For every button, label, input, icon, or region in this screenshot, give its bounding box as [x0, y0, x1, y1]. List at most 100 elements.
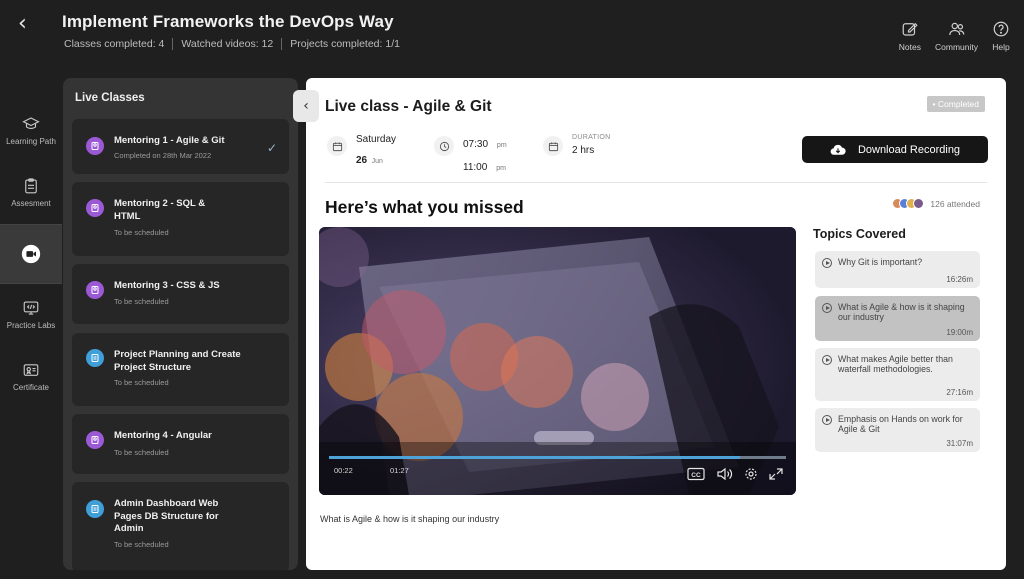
help-button[interactable]: Help: [992, 20, 1010, 52]
settings-icon[interactable]: [742, 467, 760, 481]
rail-item-assessment[interactable]: Assesment: [0, 162, 62, 224]
current-time: 00:22: [334, 466, 353, 475]
mentoring-icon: [86, 137, 104, 155]
attendance: 126 attended: [892, 198, 980, 209]
topic-item[interactable]: What makes Agile better than waterfall m…: [815, 348, 980, 401]
course-title: Implement Frameworks the DevOps Way: [62, 12, 394, 31]
class-status: To be scheduled: [114, 297, 169, 306]
download-recording-button[interactable]: Download Recording: [802, 136, 988, 163]
topic-name: What makes Agile better than waterfall m…: [838, 354, 953, 374]
back-button[interactable]: ‹: [18, 12, 38, 36]
closed-captions-icon[interactable]: CC: [687, 467, 705, 481]
chevron-left-icon: ‹: [18, 11, 27, 36]
people-icon: [948, 22, 964, 36]
end-period: pm: [496, 165, 506, 172]
class-card-mentoring-2[interactable]: Mentoring 2 - SQL & HTML To be scheduled: [72, 182, 289, 256]
topic-duration: 27:16m: [946, 388, 973, 397]
class-status: Completed on 28th Mar 2022: [114, 151, 212, 160]
panel-title: Live Classes: [75, 92, 145, 104]
mentoring-icon: [86, 281, 104, 299]
volume-icon[interactable]: [716, 467, 734, 481]
divider: [325, 182, 987, 183]
check-icon: ✓: [266, 141, 277, 155]
topics-title: Topics Covered: [813, 227, 906, 241]
rail-item-certificate[interactable]: Certificate: [0, 346, 62, 408]
class-name: Project Planning and Create Project Stru…: [114, 349, 241, 373]
class-day: Saturday: [356, 134, 397, 145]
status-badge: • Completed: [926, 96, 985, 112]
start-time: 07:30: [463, 139, 489, 150]
notes-label: Notes: [898, 42, 922, 52]
class-name: Mentoring 3 - CSS & JS: [114, 280, 220, 291]
class-title: Live class - Agile & Git: [325, 98, 492, 115]
community-label: Community: [935, 42, 978, 52]
end-time: 11:00: [463, 162, 488, 173]
rail-item-practice-labs[interactable]: Practice Labs: [0, 284, 62, 346]
topic-item[interactable]: Why Git is important? 16:26m: [815, 251, 980, 288]
edit-icon: [902, 22, 918, 36]
cloud-download-icon: [830, 144, 846, 155]
stat-projects-completed: Projects completed: 1/1: [290, 38, 400, 50]
class-time: 07:30 pm 11:00 pm: [434, 134, 507, 175]
rail-label: Certificate: [12, 383, 49, 392]
topic-duration: 19:00m: [946, 328, 973, 337]
rail-item-learning-path[interactable]: Learning Path: [0, 100, 62, 162]
class-card-admin-dashboard[interactable]: Admin Dashboard Web Pages DB Structure f…: [72, 482, 289, 570]
class-duration: DURATION 2 hrs: [543, 134, 610, 156]
attended-count: 126 attended: [930, 198, 980, 209]
class-card-project-planning[interactable]: Project Planning and Create Project Stru…: [72, 333, 289, 406]
stat-watched-videos: Watched videos: 12: [181, 38, 274, 50]
video-progress-bar[interactable]: [329, 456, 786, 459]
header: ‹ Implement Frameworks the DevOps Way Cl…: [0, 0, 1024, 70]
top-actions: Notes Community Help: [899, 20, 1010, 52]
topic-item[interactable]: Emphasis on Hands on work for Agile & Gi…: [815, 408, 980, 452]
topic-name: Why Git is important?: [838, 257, 923, 267]
collapse-panel-button[interactable]: ‹: [293, 90, 319, 122]
play-circle-icon: [822, 258, 832, 268]
class-date: Saturday 26 Jun: [327, 134, 396, 168]
clock-icon: [434, 136, 454, 156]
duration-label: DURATION: [572, 134, 611, 141]
topic-duration: 31:07m: [946, 439, 973, 448]
class-name: Mentoring 1 - Agile & Git: [114, 135, 225, 146]
code-monitor-icon: [23, 301, 39, 315]
video-player[interactable]: 00:22 01:27 CC: [319, 227, 796, 495]
class-card-mentoring-4[interactable]: Mentoring 4 - Angular To be scheduled: [72, 414, 289, 474]
class-name: Admin Dashboard Web Pages DB Structure f…: [114, 498, 219, 534]
clipboard-icon: [25, 178, 37, 194]
class-status: To be scheduled: [114, 448, 169, 457]
class-date-number: 26: [356, 155, 368, 166]
play-circle-icon: [822, 303, 832, 313]
calendar-icon: [543, 136, 563, 156]
certificate-icon: [23, 364, 39, 376]
svg-text:CC: CC: [691, 472, 701, 479]
video-frame: [319, 227, 796, 495]
attendee-avatars: [892, 198, 925, 209]
topic-name: Emphasis on Hands on work for Agile & Gi…: [838, 414, 963, 434]
graduation-cap-icon: [22, 117, 40, 129]
play-circle-icon: [822, 415, 832, 425]
rail-item-live-classes[interactable]: [0, 224, 62, 284]
video-progress-fill: [329, 456, 741, 459]
topic-item[interactable]: What is Agile & how is it shaping our in…: [815, 296, 980, 341]
notes-button[interactable]: Notes: [899, 20, 921, 52]
class-card-mentoring-1[interactable]: Mentoring 1 - Agile & Git Completed on 2…: [72, 119, 289, 174]
community-button[interactable]: Community: [935, 20, 978, 52]
topic-name: What is Agile & how is it shaping our in…: [838, 302, 965, 322]
rail-label: Practice Labs: [6, 321, 56, 330]
class-date-month: Jun: [371, 158, 383, 165]
class-card-mentoring-3[interactable]: Mentoring 3 - CSS & JS To be scheduled: [72, 264, 289, 324]
class-status: To be scheduled: [114, 378, 169, 387]
class-status: To be scheduled: [114, 228, 169, 237]
status-badge-label: Completed: [937, 99, 979, 109]
divider: [281, 38, 283, 50]
project-icon: [86, 349, 104, 367]
download-recording-label: Download Recording: [857, 143, 961, 156]
start-period: pm: [496, 142, 507, 149]
avatar: [913, 198, 925, 209]
class-name: Mentoring 2 - SQL & HTML: [114, 198, 206, 222]
help-icon: [993, 21, 1009, 37]
divider: [172, 38, 174, 50]
fullscreen-icon[interactable]: [767, 467, 785, 481]
calendar-icon: [327, 136, 347, 156]
